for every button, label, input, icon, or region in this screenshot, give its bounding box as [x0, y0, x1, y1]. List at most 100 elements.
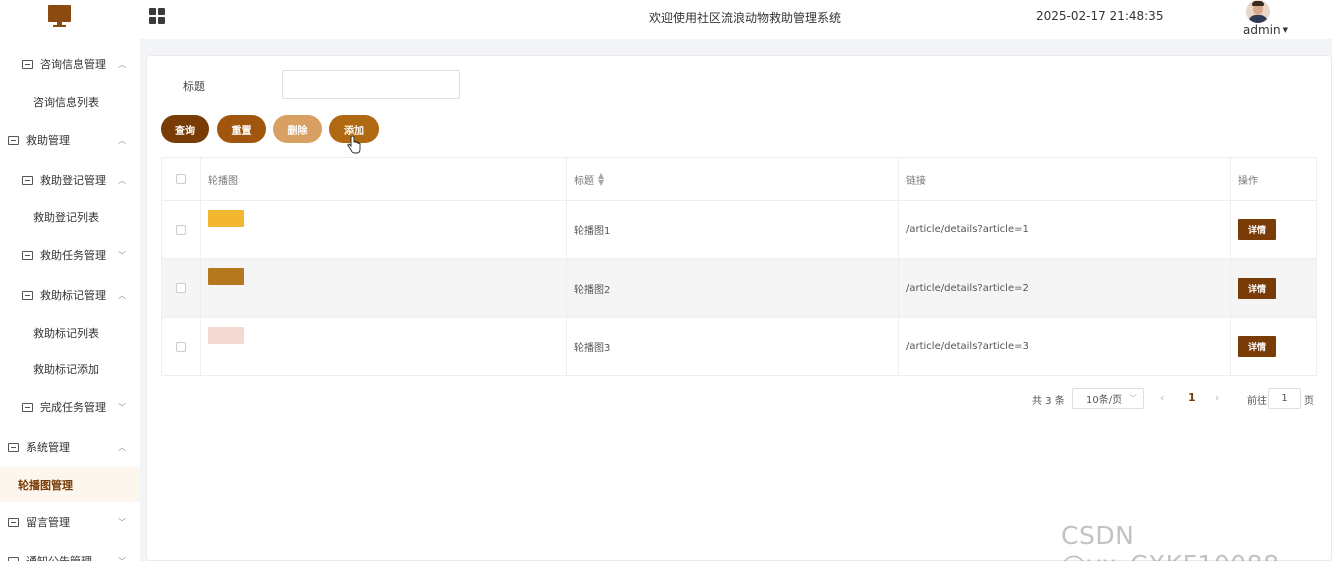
- title-filter-label: 标题: [183, 80, 205, 93]
- page-size-select[interactable]: 10条/页 ﹀: [1072, 388, 1144, 409]
- carousel-table: 轮播图 标题 ▲ ▼ 链接 操作 轮播图1 /article/details?art…: [161, 157, 1317, 376]
- next-page-button[interactable]: ›: [1215, 391, 1219, 404]
- column-header-link: 链接: [899, 158, 1231, 200]
- sidebar-item-label: 救助管理: [26, 134, 70, 147]
- sidebar-item-message-management[interactable]: 留言管理 ﹀: [0, 505, 140, 539]
- title-cell: 轮播图1: [567, 201, 899, 258]
- image-cell: [201, 259, 567, 317]
- row-checkbox[interactable]: [176, 283, 186, 293]
- chevron-down-icon: ﹀: [118, 517, 126, 527]
- sidebar-item-rescue-register-management[interactable]: 救助登记管理 ︿: [0, 163, 140, 197]
- reset-button[interactable]: 重置: [217, 115, 266, 143]
- table-row: 轮播图2 /article/details?article=2 详情: [162, 259, 1316, 318]
- sidebar-item-consult-management[interactable]: 咨询信息管理 ︿: [0, 47, 140, 81]
- table-row: 轮播图3 /article/details?article=3 详情: [162, 318, 1316, 375]
- row-checkbox[interactable]: [176, 341, 186, 352]
- image-cell: [201, 201, 567, 258]
- carousel-thumbnail: [208, 268, 244, 285]
- chevron-down-icon: ﹀: [118, 250, 126, 260]
- row-checkbox-cell: [162, 259, 201, 317]
- sidebar-item-label: 救助标记添加: [33, 363, 99, 376]
- sidebar-item-label: 完成任务管理: [40, 401, 106, 414]
- title-cell: 轮播图2: [567, 259, 899, 317]
- sidebar-item-label: 救助登记列表: [33, 211, 99, 224]
- detail-button[interactable]: 详情: [1238, 219, 1276, 240]
- table-row: 轮播图1 /article/details?article=1 详情: [162, 201, 1316, 259]
- page-number-current[interactable]: 1: [1188, 391, 1196, 404]
- sidebar-item-label: 救助登记管理: [40, 174, 106, 187]
- menu-icon: [8, 556, 19, 561]
- current-datetime: 2025-02-17 21:48:35: [1036, 9, 1164, 23]
- menu-icon: [22, 175, 33, 185]
- menu-icon: [22, 250, 33, 260]
- row-checkbox-cell: [162, 318, 201, 375]
- sidebar-item-rescue-mark-list[interactable]: 救助标记列表: [0, 316, 140, 350]
- sidebar-item-rescue-task-management[interactable]: 救助任务管理 ﹀: [0, 238, 140, 272]
- detail-button[interactable]: 详情: [1238, 336, 1276, 357]
- top-header: 欢迎使用社区流浪动物救助管理系统 2025-02-17 21:48:35 adm…: [0, 0, 1332, 39]
- sidebar-item-label: 通知公告管理: [26, 553, 92, 561]
- folder-icon: [8, 517, 19, 527]
- column-header-title[interactable]: 标题 ▲ ▼: [567, 158, 899, 200]
- sidebar-item-consult-list[interactable]: 咨询信息列表: [0, 85, 140, 119]
- hand-pointer-cursor-icon: [347, 136, 361, 154]
- username: admin: [1243, 23, 1281, 37]
- sidebar-item-rescue-register-list[interactable]: 救助登记列表: [0, 200, 140, 234]
- sort-icon[interactable]: ▲ ▼: [598, 172, 604, 187]
- header-checkbox-cell: [162, 158, 201, 200]
- page-size-value: 10条/页: [1086, 395, 1123, 406]
- sidebar-item-label: 系统管理: [26, 441, 70, 454]
- pagination-total: 共 3 条: [1032, 396, 1065, 407]
- action-cell: 详情: [1231, 318, 1316, 375]
- delete-button[interactable]: 删除: [273, 115, 322, 143]
- sidebar-item-label: 救助任务管理: [40, 249, 106, 262]
- chevron-up-icon: ︿: [118, 59, 126, 69]
- sidebar-item-notice-management[interactable]: 通知公告管理 ﹀: [0, 544, 140, 561]
- sidebar-item-label: 咨询信息列表: [33, 96, 99, 109]
- menu-icon: [22, 290, 33, 300]
- chevron-up-icon: ︿: [118, 175, 126, 185]
- sidebar-item-label: 留言管理: [26, 516, 70, 529]
- sidebar-item-rescue-mark-management[interactable]: 救助标记管理 ︿: [0, 278, 140, 312]
- detail-button[interactable]: 详情: [1238, 277, 1276, 299]
- sidebar-item-rescue-mark-add[interactable]: 救助标记添加: [0, 352, 140, 386]
- sidebar-item-label: 救助标记列表: [33, 327, 99, 340]
- image-cell: [201, 318, 567, 375]
- sidebar-item-label: 救助标记管理: [40, 289, 106, 302]
- chevron-up-icon: ︿: [118, 442, 126, 452]
- column-header-image: 轮播图: [201, 158, 567, 200]
- chevron-down-icon: ﹀: [1129, 394, 1137, 403]
- title-filter-input[interactable]: [282, 70, 460, 99]
- user-menu[interactable]: admin ▼: [1243, 23, 1288, 37]
- grid-menu-icon[interactable]: [149, 8, 165, 24]
- query-button[interactable]: 查询: [161, 115, 209, 143]
- sidebar-item-carousel-management[interactable]: 轮播图管理: [0, 467, 140, 502]
- link-cell: /article/details?article=1: [899, 201, 1231, 258]
- carousel-thumbnail: [208, 327, 244, 344]
- sidebar-item-system-management[interactable]: 系统管理 ︿: [0, 430, 140, 464]
- table-header-row: 轮播图 标题 ▲ ▼ 链接 操作: [162, 158, 1316, 201]
- title-cell: 轮播图3: [567, 318, 899, 375]
- select-all-checkbox[interactable]: [176, 174, 186, 184]
- column-header-label: 标题: [574, 175, 594, 187]
- goto-unit-label: 页: [1304, 396, 1314, 407]
- link-cell: /article/details?article=3: [899, 318, 1231, 375]
- goto-page-input[interactable]: 1: [1268, 388, 1301, 409]
- link-cell: /article/details?article=2: [899, 259, 1231, 317]
- sidebar-item-rescue-management[interactable]: 救助管理 ︿: [0, 123, 140, 157]
- prev-page-button[interactable]: ‹: [1160, 391, 1164, 404]
- chevron-down-icon: ﹀: [118, 556, 126, 561]
- carousel-thumbnail: [208, 210, 244, 227]
- goto-label: 前往: [1247, 396, 1267, 407]
- user-avatar[interactable]: [1246, 0, 1270, 23]
- folder-icon: [8, 442, 19, 452]
- sidebar-item-completed-task-management[interactable]: 完成任务管理 ﹀: [0, 390, 140, 424]
- action-cell: 详情: [1231, 201, 1316, 258]
- column-header-action: 操作: [1238, 175, 1258, 187]
- menu-icon: [8, 135, 19, 145]
- chevron-up-icon: ︿: [118, 135, 126, 145]
- action-cell: 详情: [1231, 259, 1316, 317]
- sidebar-item-label: 轮播图管理: [18, 478, 73, 492]
- row-checkbox[interactable]: [176, 224, 186, 235]
- chevron-down-icon: ﹀: [118, 402, 126, 412]
